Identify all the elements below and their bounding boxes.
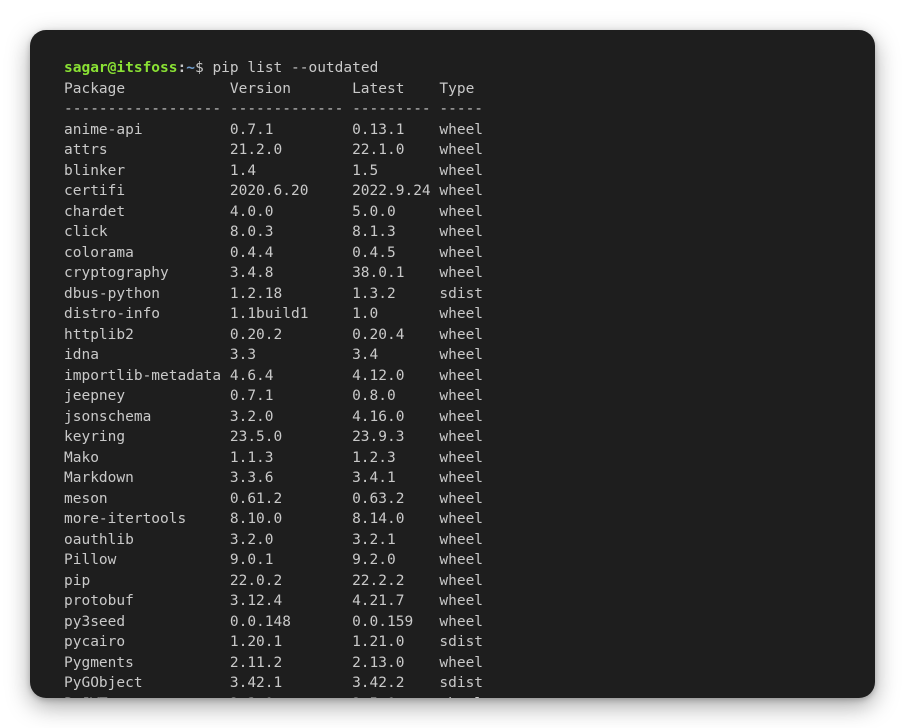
table-row: dbus-python 1.2.18 1.3.2 sdist xyxy=(64,284,841,305)
prompt-user-host: sagar@itsfoss xyxy=(64,60,178,76)
table-row: jsonschema 3.2.0 4.16.0 wheel xyxy=(64,407,841,428)
table-row: idna 3.3 3.4 wheel xyxy=(64,345,841,366)
table-divider: ------------------ ------------- -------… xyxy=(64,99,841,120)
table-row: pip 22.0.2 22.2.2 wheel xyxy=(64,571,841,592)
table-row: Markdown 3.3.6 3.4.1 wheel xyxy=(64,468,841,489)
prompt-line: sagar@itsfoss:~$ pip list --outdated xyxy=(64,58,841,79)
table-header: Package Version Latest Type xyxy=(64,79,841,100)
table-row: click 8.0.3 8.1.3 wheel xyxy=(64,222,841,243)
table-row: Mako 1.1.3 1.2.3 wheel xyxy=(64,448,841,469)
table-row: cryptography 3.4.8 38.0.1 wheel xyxy=(64,263,841,284)
table-row: httplib2 0.20.2 0.20.4 wheel xyxy=(64,325,841,346)
table-row: attrs 21.2.0 22.1.0 wheel xyxy=(64,140,841,161)
table-row: protobuf 3.12.4 4.21.7 wheel xyxy=(64,591,841,612)
command-text: pip list --outdated xyxy=(212,60,378,76)
table-row: Pygments 2.11.2 2.13.0 wheel xyxy=(64,653,841,674)
prompt-colon: : xyxy=(178,60,187,76)
prompt-tilde: ~ xyxy=(186,60,195,76)
prompt-dollar: $ xyxy=(195,60,212,76)
table-row: PyJWT 2.3.0 2.5.0 wheel xyxy=(64,694,841,699)
table-row: anime-api 0.7.1 0.13.1 wheel xyxy=(64,120,841,141)
table-row: py3seed 0.0.148 0.0.159 wheel xyxy=(64,612,841,633)
table-row: keyring 23.5.0 23.9.3 wheel xyxy=(64,427,841,448)
table-row: more-itertools 8.10.0 8.14.0 wheel xyxy=(64,509,841,530)
table-row: distro-info 1.1build1 1.0 wheel xyxy=(64,304,841,325)
table-body: anime-api 0.7.1 0.13.1 wheelattrs 21.2.0… xyxy=(64,120,841,699)
table-row: blinker 1.4 1.5 wheel xyxy=(64,161,841,182)
table-row: colorama 0.4.4 0.4.5 wheel xyxy=(64,243,841,264)
table-row: chardet 4.0.0 5.0.0 wheel xyxy=(64,202,841,223)
table-row: importlib-metadata 4.6.4 4.12.0 wheel xyxy=(64,366,841,387)
table-row: oauthlib 3.2.0 3.2.1 wheel xyxy=(64,530,841,551)
table-row: certifi 2020.6.20 2022.9.24 wheel xyxy=(64,181,841,202)
terminal-window[interactable]: sagar@itsfoss:~$ pip list --outdated Pac… xyxy=(30,30,875,698)
table-row: jeepney 0.7.1 0.8.0 wheel xyxy=(64,386,841,407)
table-row: meson 0.61.2 0.63.2 wheel xyxy=(64,489,841,510)
table-row: PyGObject 3.42.1 3.42.2 sdist xyxy=(64,673,841,694)
table-row: Pillow 9.0.1 9.2.0 wheel xyxy=(64,550,841,571)
table-row: pycairo 1.20.1 1.21.0 sdist xyxy=(64,632,841,653)
